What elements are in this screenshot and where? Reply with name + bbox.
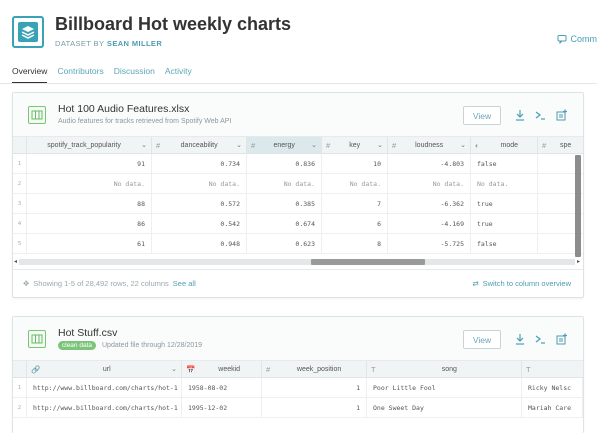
row-count-summary: ✥ Showing 1-5 of 28,492 rows, 22 columns… bbox=[23, 279, 196, 288]
table-row: 1 91 0.734 0.836 10 -4.803 false bbox=[13, 154, 583, 174]
file-name[interactable]: Hot Stuff.csv bbox=[58, 327, 117, 339]
table-row: 5 61 0.948 0.623 8 -5.725 false bbox=[13, 234, 583, 254]
column-header[interactable]: Tsong bbox=[367, 361, 522, 377]
column-header[interactable]: 📅 weekid bbox=[182, 361, 262, 377]
column-header[interactable]: spotify_track_popularity ⌄ bbox=[27, 137, 152, 153]
stack-icon bbox=[18, 22, 38, 42]
link-icon: 🔗 bbox=[31, 364, 41, 374]
table-row: 4 86 0.542 0.674 6 -4.169 true bbox=[13, 214, 583, 234]
view-button[interactable]: View bbox=[463, 330, 501, 349]
query-icon[interactable] bbox=[533, 332, 547, 346]
text-type-icon: T bbox=[371, 364, 376, 374]
query-icon[interactable] bbox=[533, 108, 547, 122]
tab-activity[interactable]: Activity bbox=[165, 66, 192, 83]
dataset-title: Billboard Hot weekly charts bbox=[55, 14, 292, 34]
table-row: 2 No data. No data. No data. No data. No… bbox=[13, 174, 583, 194]
file-card-header: Hot Stuff.csv clean data Updated file th… bbox=[13, 317, 583, 361]
dataset-logo bbox=[12, 16, 44, 48]
rownum-header bbox=[13, 361, 27, 377]
add-to-project-icon[interactable] bbox=[555, 108, 569, 122]
column-header[interactable]: T bbox=[522, 361, 583, 377]
tab-overview[interactable]: Overview bbox=[12, 66, 48, 83]
dataset-tabs: Overview Contributors Discussion Activit… bbox=[12, 66, 192, 83]
tab-discussion[interactable]: Discussion bbox=[114, 66, 155, 83]
table-row: 3 88 0.572 0.385 7 -6.362 true bbox=[13, 194, 583, 214]
author-link[interactable]: SEAN MILLER bbox=[107, 39, 162, 48]
column-header[interactable]: 🔗 url ⌄ bbox=[27, 361, 182, 377]
calendar-icon: 📅 bbox=[186, 364, 196, 374]
download-icon[interactable] bbox=[513, 332, 527, 346]
chevron-down-icon: ⌄ bbox=[141, 142, 147, 149]
column-header[interactable]: # energy ⌄ bbox=[247, 137, 322, 153]
file-description: Audio features for tracks retrieved from… bbox=[58, 118, 232, 125]
comment-icon bbox=[557, 35, 566, 44]
comment-label: Comm bbox=[570, 34, 597, 44]
vertical-scrollbar[interactable] bbox=[575, 155, 581, 257]
chevron-down-icon: ⌄ bbox=[377, 142, 383, 149]
scrollbar-thumb[interactable] bbox=[311, 259, 425, 265]
updated-text: Updated file through 12/28/2019 bbox=[102, 342, 203, 349]
switch-icon: ⇄ bbox=[472, 279, 479, 288]
chevron-down-icon: ⌄ bbox=[311, 142, 317, 149]
dataset-byline: DATASET BY SEAN MILLER bbox=[55, 39, 162, 48]
clean-data-badge: clean data bbox=[58, 341, 96, 350]
comment-button[interactable]: Comm bbox=[557, 34, 597, 44]
dataset-header: Billboard Hot weekly charts DATASET BY S… bbox=[12, 12, 597, 56]
data-preview-grid[interactable]: 🔗 url ⌄ 📅 weekid # week_position Tsong T 1 h… bbox=[13, 361, 583, 418]
data-preview-grid[interactable]: spotify_track_popularity ⌄ # danceability ⌄… bbox=[13, 137, 583, 254]
file-card-header: Hot 100 Audio Features.xlsx Audio featur… bbox=[13, 93, 583, 137]
download-icon[interactable] bbox=[513, 108, 527, 122]
table-row: 1 http://www.billboard.com/charts/hot-1 … bbox=[13, 378, 583, 398]
grid-header-row: 🔗 url ⌄ 📅 weekid # week_position Tsong T bbox=[13, 361, 583, 378]
column-header[interactable]: ◐ mode bbox=[471, 137, 538, 153]
column-header[interactable]: # spe bbox=[538, 137, 583, 153]
spreadsheet-icon bbox=[28, 330, 46, 348]
move-icon: ✥ bbox=[23, 279, 30, 288]
table-row: 2 http://www.billboard.com/charts/hot-1 … bbox=[13, 398, 583, 418]
chevron-down-icon: ⌄ bbox=[171, 366, 177, 373]
scroll-left-icon[interactable]: ◂ bbox=[14, 258, 17, 265]
scroll-right-icon[interactable]: ▸ bbox=[577, 258, 580, 265]
see-all-link[interactable]: See all bbox=[173, 279, 196, 288]
horizontal-scrollbar[interactable]: ◂ ▸ bbox=[14, 259, 580, 265]
text-type-icon: T bbox=[526, 364, 531, 374]
chevron-down-icon: ⌄ bbox=[236, 142, 242, 149]
byline-prefix: DATASET BY bbox=[55, 39, 105, 48]
spreadsheet-icon bbox=[28, 106, 46, 124]
row-count-text: Showing 1-5 of 28,492 rows, 22 columns bbox=[33, 279, 169, 288]
column-header[interactable]: # key ⌄ bbox=[322, 137, 388, 153]
file-card-footer: ✥ Showing 1-5 of 28,492 rows, 22 columns… bbox=[13, 269, 583, 297]
chevron-down-icon: ⌄ bbox=[460, 142, 466, 149]
add-to-project-icon[interactable] bbox=[555, 332, 569, 346]
file-card: Hot Stuff.csv clean data Updated file th… bbox=[12, 316, 584, 433]
view-button[interactable]: View bbox=[463, 106, 501, 125]
tab-contributors[interactable]: Contributors bbox=[57, 66, 103, 83]
column-header[interactable]: # loudness ⌄ bbox=[388, 137, 471, 153]
file-name[interactable]: Hot 100 Audio Features.xlsx bbox=[58, 103, 189, 115]
column-header[interactable]: # danceability ⌄ bbox=[152, 137, 247, 153]
file-card: Hot 100 Audio Features.xlsx Audio featur… bbox=[12, 92, 584, 298]
switch-to-column-overview-link[interactable]: ⇄ Switch to column overview bbox=[472, 279, 571, 288]
tabs-divider bbox=[0, 83, 597, 84]
grid-header-row: spotify_track_popularity ⌄ # danceability ⌄… bbox=[13, 137, 583, 154]
file-subtitle: clean data Updated file through 12/28/20… bbox=[58, 341, 202, 350]
rownum-header bbox=[13, 137, 27, 153]
column-header[interactable]: # week_position bbox=[262, 361, 367, 377]
